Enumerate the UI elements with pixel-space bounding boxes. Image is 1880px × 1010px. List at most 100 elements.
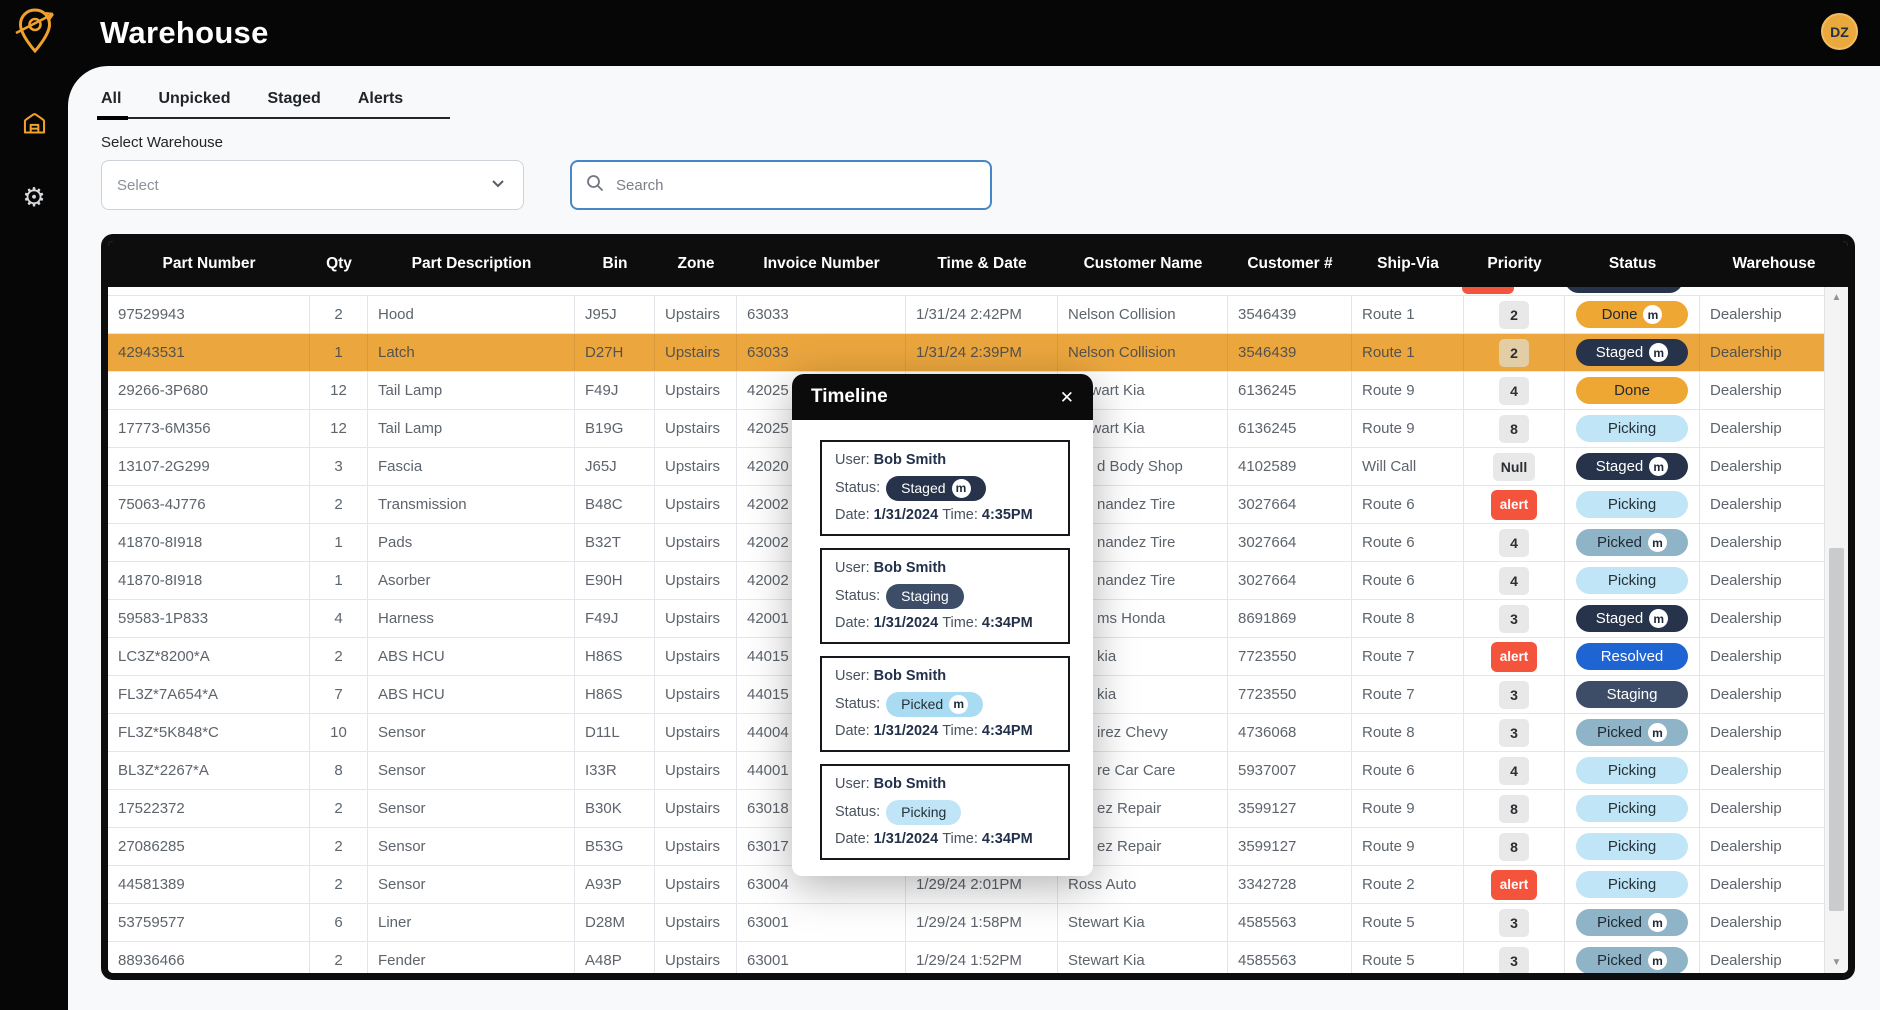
tab-staged[interactable]: Staged	[267, 90, 320, 117]
timeline-user-value: Bob Smith	[874, 774, 947, 795]
cell-part: 13107-2G299	[108, 448, 310, 485]
cell-part: 59583-1P833	[108, 600, 310, 637]
cell-qty: 6	[310, 904, 368, 941]
table-row[interactable]: 429435311LatchD27HUpstairs630331/31/24 2…	[108, 334, 1824, 372]
table-row[interactable]: 537595776LinerD28MUpstairs630011/29/24 1…	[108, 904, 1824, 942]
timeline-date-value: 1/31/2024	[874, 829, 939, 850]
cell-priority: 3	[1464, 942, 1565, 973]
timeline-status-line: Status: Stagedm	[835, 474, 1055, 502]
cell-warehouse: Dealership	[1700, 524, 1824, 561]
priority-badge: 3	[1499, 605, 1529, 633]
cell-customer-no: 3027664	[1228, 486, 1352, 523]
cell-desc: ABS HCU	[368, 638, 575, 675]
cell-ship-via: Will Call	[1352, 448, 1464, 485]
status-pill-label: Staging	[1607, 686, 1658, 703]
scroll-up-arrow[interactable]: ▲	[1825, 292, 1848, 303]
scrollbar-thumb[interactable]	[1829, 548, 1844, 912]
warehouse-select[interactable]: Select	[101, 160, 524, 210]
cell-customer-no: 3027664	[1228, 524, 1352, 561]
status-pill: Picking	[1576, 795, 1688, 822]
cell-priority: 3	[1464, 600, 1565, 637]
cell-qty: 2	[310, 828, 368, 865]
status-pill-label: Picked	[901, 694, 943, 715]
cell-zone: Upstairs	[655, 866, 737, 903]
cell-zone: Upstairs	[655, 486, 737, 523]
cell-customer-no: 6136245	[1228, 410, 1352, 447]
status-pill-label: Staging	[901, 586, 948, 607]
status-pill: Picking	[1576, 871, 1688, 898]
cell-ship-via: Route 1	[1352, 296, 1464, 333]
cell-zone: Upstairs	[655, 448, 737, 485]
cell-part: 41870-8I918	[108, 524, 310, 561]
cell-customer-no: 7723550	[1228, 638, 1352, 675]
timeline-modal: Timeline ✕ User: Bob SmithStatus: Staged…	[792, 374, 1093, 876]
status-pill: Pickedm	[1576, 719, 1688, 746]
priority-badge: alert	[1491, 490, 1538, 520]
modifier-chip: m	[1648, 533, 1667, 552]
cell-status: Done	[1565, 372, 1700, 409]
home-icon[interactable]	[21, 110, 48, 142]
cell-customer-no: 7723550	[1228, 676, 1352, 713]
cell-status: Picking	[1565, 486, 1700, 523]
cell-zone: Upstairs	[655, 790, 737, 827]
cell-desc: Latch	[368, 334, 575, 371]
user-avatar[interactable]: DZ	[1821, 13, 1858, 50]
cell-desc: ABS HCU	[368, 676, 575, 713]
cell-zone: Upstairs	[655, 372, 737, 409]
cell-datetime: 1/31/24 2:39PM	[906, 334, 1058, 371]
cell-datetime: 1/29/24 1:52PM	[906, 942, 1058, 973]
cell-customer-no: 4585563	[1228, 904, 1352, 941]
priority-badge: 3	[1499, 719, 1529, 747]
gear-icon[interactable]: ⚙	[22, 184, 45, 210]
tab-alerts[interactable]: Alerts	[358, 90, 403, 117]
status-pill: Donem	[1576, 301, 1688, 328]
cell-priority: 4	[1464, 752, 1565, 789]
tab-unpicked[interactable]: Unpicked	[158, 90, 230, 117]
cell-ship-via: Route 5	[1352, 904, 1464, 941]
cell-customer-no: 4736068	[1228, 714, 1352, 751]
timeline-time-value: 4:35PM	[982, 505, 1033, 526]
cell-warehouse: Dealership	[1700, 714, 1824, 751]
priority-badge: 3	[1499, 681, 1529, 709]
cell-status: Picking	[1565, 790, 1700, 827]
timeline-date-value: 1/31/2024	[874, 505, 939, 526]
cell-customer-no: 6136245	[1228, 372, 1352, 409]
table-row[interactable]: 889364662FenderA48PUpstairs630011/29/24 …	[108, 942, 1824, 973]
status-pill-label: Picked	[1597, 724, 1642, 741]
timeline-entries: User: Bob SmithStatus: StagedmDate: 1/31…	[792, 420, 1093, 876]
cell-priority: 3	[1464, 714, 1565, 751]
cell-status: Picking	[1565, 410, 1700, 447]
table-row[interactable]: 975299432HoodJ95JUpstairs630331/31/24 2:…	[108, 296, 1824, 334]
cell-ship-via: Route 9	[1352, 828, 1464, 865]
status-pill-label: Staged	[1596, 458, 1644, 475]
cell-part: BL3Z*2267*A	[108, 752, 310, 789]
cell-zone: Upstairs	[655, 296, 737, 333]
modifier-chip: m	[1643, 305, 1662, 324]
cell-desc: Asorber	[368, 562, 575, 599]
column-header: Warehouse	[1700, 255, 1848, 273]
status-pill-label: Picking	[1608, 762, 1656, 779]
scroll-down-arrow[interactable]: ▼	[1825, 957, 1848, 968]
cell-customer-no: 3546439	[1228, 334, 1352, 371]
timeline-user-line: User: Bob Smith	[835, 450, 1055, 471]
status-pill: Picking	[1576, 415, 1688, 442]
cell-status: Stagedm	[1565, 448, 1700, 485]
top-bar: Warehouse DZ	[0, 0, 1880, 66]
search-input[interactable]	[614, 176, 977, 195]
cell-ship-via: Route 6	[1352, 486, 1464, 523]
cell-part: 42943531	[108, 334, 310, 371]
timeline-status-pill: Picking	[886, 800, 961, 825]
tab-all[interactable]: All	[101, 90, 121, 117]
cell-customer-no: 5937007	[1228, 752, 1352, 789]
column-header: Status	[1565, 255, 1700, 273]
cell-customer-no: 3546439	[1228, 296, 1352, 333]
timeline-date-value: 1/31/2024	[874, 721, 939, 742]
cell-ship-via: Route 5	[1352, 942, 1464, 973]
modifier-chip: m	[949, 695, 968, 714]
cell-customer-no: 3027664	[1228, 562, 1352, 599]
cell-warehouse: Dealership	[1700, 410, 1824, 447]
cell-status: Pickedm	[1565, 714, 1700, 751]
timeline-status-pill: Stagedm	[886, 476, 985, 501]
close-icon[interactable]: ✕	[1060, 389, 1074, 406]
cell-bin: A48P	[575, 942, 655, 973]
